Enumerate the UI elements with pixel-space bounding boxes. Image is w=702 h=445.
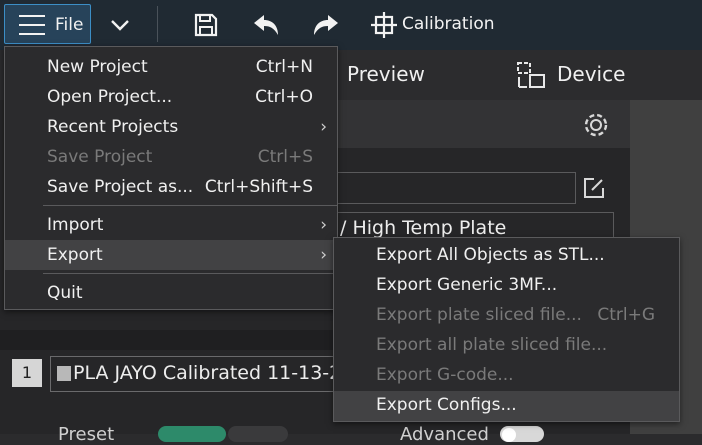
export-submenu: Export All Objects as STL... Export Gene… xyxy=(333,237,680,422)
menu-item-label: Export all plate sliced file... xyxy=(376,335,608,355)
advanced-label: Advanced xyxy=(400,424,489,445)
calibration-button[interactable]: Calibration xyxy=(402,14,495,34)
menu-item-recent-projects[interactable]: Recent Projects › xyxy=(5,112,337,142)
menu-item-label: Recent Projects xyxy=(47,117,179,137)
menu-item-export-all-plate-sliced[interactable]: Export all plate sliced file... xyxy=(334,331,679,361)
device-icon xyxy=(516,61,546,93)
menu-item-export[interactable]: Export › xyxy=(5,240,337,270)
gear-icon[interactable] xyxy=(582,111,610,143)
save-icon[interactable] xyxy=(190,9,222,41)
menu-item-label: Save Project as... xyxy=(47,177,194,197)
menu-item-label: Quit xyxy=(47,283,83,303)
menu-item-label: Save Project xyxy=(47,147,153,167)
chevron-down-icon[interactable] xyxy=(104,9,136,41)
menu-item-export-gcode[interactable]: Export G-code... xyxy=(334,361,679,391)
menu-item-label: Open Project... xyxy=(47,87,173,107)
undo-icon[interactable] xyxy=(250,9,282,41)
menu-item-label: Export All Objects as STL... xyxy=(376,245,605,265)
menu-item-shortcut: Ctrl+S xyxy=(257,147,313,167)
preset-label: Preset xyxy=(58,424,115,445)
menu-item-open-project[interactable]: Open Project... Ctrl+O xyxy=(5,82,337,112)
plate-type-value: / High Temp Plate xyxy=(340,217,507,238)
chevron-right-icon: › xyxy=(320,117,327,137)
menu-item-label: Export xyxy=(47,245,103,265)
file-menu: New Project Ctrl+N Open Project... Ctrl+… xyxy=(4,46,338,310)
chevron-right-icon: › xyxy=(320,245,327,265)
tab-device[interactable]: Device xyxy=(557,62,625,86)
toolbar-divider xyxy=(157,6,158,42)
menu-item-shortcut: Ctrl+O xyxy=(255,87,313,107)
menu-item-export-configs[interactable]: Export Configs... xyxy=(334,391,679,421)
menu-item-shortcut: Ctrl+N xyxy=(255,57,313,77)
menu-item-export-3mf[interactable]: Export Generic 3MF... xyxy=(334,271,679,301)
menu-item-export-plate-sliced[interactable]: Export plate sliced file... Ctrl+G xyxy=(334,301,679,331)
redo-icon[interactable] xyxy=(310,9,342,41)
file-menu-label: File xyxy=(55,15,84,35)
menu-separator xyxy=(43,273,337,274)
filament-color-swatch[interactable] xyxy=(57,366,71,381)
top-toolbar: File Calibration xyxy=(0,0,702,50)
menu-item-label: Export Generic 3MF... xyxy=(376,275,558,295)
menu-item-shortcut: Ctrl+Shift+S xyxy=(204,177,313,197)
printer-field[interactable] xyxy=(338,172,576,204)
menu-item-label: New Project xyxy=(47,57,148,77)
filament-index: 1 xyxy=(12,359,42,387)
menu-item-save-project[interactable]: Save Project Ctrl+S xyxy=(5,142,337,172)
hamburger-icon xyxy=(19,15,45,36)
toggle-knob xyxy=(502,428,516,442)
menu-item-quit[interactable]: Quit xyxy=(5,278,337,308)
menu-item-label: Export G-code... xyxy=(376,365,514,385)
objects-pill[interactable] xyxy=(228,426,288,442)
menu-item-import[interactable]: Import › xyxy=(5,210,337,240)
menu-item-new-project[interactable]: New Project Ctrl+N xyxy=(5,52,337,82)
plate-type-select[interactable]: / High Temp Plate xyxy=(338,212,614,238)
filament-name: PLA JAYO Calibrated 11-13-2 xyxy=(73,362,342,384)
calibration-icon[interactable] xyxy=(368,9,400,41)
chevron-right-icon: › xyxy=(320,215,327,235)
menu-item-shortcut: Ctrl+G xyxy=(597,305,655,325)
menu-separator xyxy=(43,205,337,206)
filament-select[interactable]: PLA JAYO Calibrated 11-13-2 xyxy=(50,356,342,392)
menu-item-label: Export plate sliced file... xyxy=(376,305,582,325)
file-menu-button[interactable]: File xyxy=(4,4,91,44)
section-divider xyxy=(0,330,338,350)
global-pill[interactable] xyxy=(158,426,226,442)
menu-item-label: Export Configs... xyxy=(376,395,517,415)
edit-icon[interactable] xyxy=(582,176,606,204)
menu-item-export-stl[interactable]: Export All Objects as STL... xyxy=(334,241,679,271)
tab-preview[interactable]: Preview xyxy=(347,62,425,86)
menu-item-save-project-as[interactable]: Save Project as... Ctrl+Shift+S xyxy=(5,172,337,202)
menu-item-label: Import xyxy=(47,215,104,235)
